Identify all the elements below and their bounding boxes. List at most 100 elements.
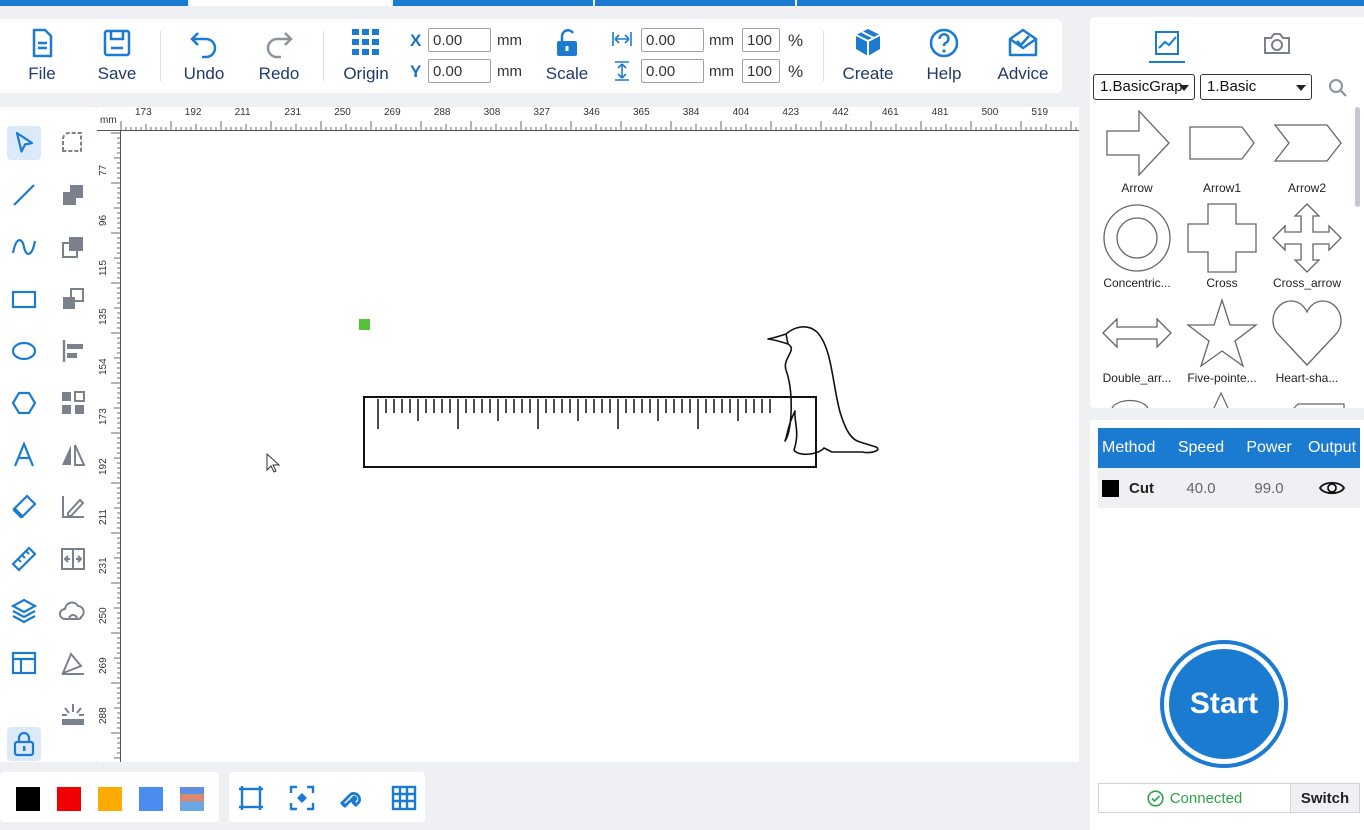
switch-button[interactable]: Switch	[1291, 784, 1359, 812]
layer-speed[interactable]: 40.0	[1168, 480, 1234, 497]
penguin-shape[interactable]	[767, 326, 879, 456]
help-label: Help	[926, 64, 962, 83]
output-toggle[interactable]	[1304, 479, 1360, 497]
shape-library-panel: 1.BasicGrap 1.Basic Arrow Arrow1 Arrow2 …	[1090, 17, 1364, 408]
shape-list-scrollbar[interactable]	[1355, 107, 1360, 207]
rectangle-tool-button[interactable]	[7, 282, 41, 316]
start-button[interactable]: Start	[1160, 640, 1288, 768]
redo-button[interactable]: Redo	[244, 27, 314, 89]
save-button[interactable]: Save	[82, 27, 152, 89]
eraser-tool-button[interactable]	[7, 490, 41, 524]
focus-selection-icon[interactable]	[288, 784, 316, 812]
shape-arrow1[interactable]: Arrow1	[1180, 107, 1264, 199]
more-colors-swatch[interactable]	[180, 787, 204, 811]
duplicate-tool-button[interactable]	[56, 230, 90, 264]
mirror-icon	[62, 444, 86, 466]
tab-indicator[interactable]	[0, 0, 188, 6]
tab-graphics[interactable]	[1147, 23, 1187, 63]
shape-arrow[interactable]: Arrow	[1095, 107, 1179, 199]
file-button[interactable]: File	[7, 27, 77, 89]
width-input[interactable]	[641, 28, 704, 52]
color-swatch-blue[interactable]	[139, 787, 163, 811]
rounded-corner-tool-button[interactable]	[56, 126, 90, 160]
array-tool-button[interactable]	[56, 386, 90, 420]
edit-nodes-tool-button[interactable]	[56, 490, 90, 524]
header-speed: Speed	[1177, 439, 1225, 456]
height-percent-input[interactable]	[742, 59, 780, 83]
origin-button[interactable]: Origin	[331, 27, 401, 89]
combine-tool-button[interactable]	[56, 178, 90, 212]
color-swatch-orange[interactable]	[98, 787, 122, 811]
mirror-tool-button[interactable]	[56, 438, 90, 472]
align-tool-button[interactable]	[56, 334, 90, 368]
connection-status: Connected	[1099, 784, 1291, 812]
header-output: Output	[1307, 439, 1357, 456]
shape-arrow2[interactable]: Arrow2	[1265, 107, 1349, 199]
offset-tool-button[interactable]	[56, 542, 90, 576]
tab-indicator[interactable]	[796, 0, 1364, 6]
arrange-tool-button[interactable]	[56, 282, 90, 316]
window-tab-strip	[0, 0, 1364, 6]
ruler-shape[interactable]	[362, 322, 882, 472]
grid-toggle-icon[interactable]	[390, 784, 418, 812]
tab-indicator[interactable]	[189, 0, 392, 6]
x-position-input[interactable]	[428, 28, 491, 52]
undo-button[interactable]: Undo	[169, 27, 239, 89]
create-button[interactable]: Create	[833, 27, 903, 89]
tab-indicator[interactable]	[393, 0, 594, 6]
ellipse-tool-button[interactable]	[7, 334, 41, 368]
fill-tool-button[interactable]	[56, 646, 90, 680]
advice-button[interactable]: Advice	[988, 27, 1058, 89]
shape-category-select[interactable]: 1.BasicGrap	[1093, 74, 1195, 100]
line-tool-button[interactable]	[7, 178, 41, 212]
curve-tool-button[interactable]	[7, 230, 41, 264]
laser-tool-button[interactable]	[56, 698, 90, 732]
tab-indicator[interactable]	[595, 0, 795, 6]
toolbar-divider	[160, 31, 161, 81]
layout-tool-button[interactable]	[7, 646, 41, 680]
select-tool-button[interactable]	[7, 126, 41, 160]
scale-lock-button[interactable]: Scale	[532, 27, 602, 89]
vectorize-tool-button[interactable]	[56, 594, 90, 628]
shape-concentric[interactable]: Concentric...	[1095, 202, 1179, 294]
layer-power[interactable]: 99.0	[1234, 480, 1304, 497]
magnet-snap-icon[interactable]	[339, 784, 367, 812]
width-percent-sign: %	[788, 31, 804, 50]
shape-subcategory-select[interactable]: 1.Basic	[1200, 74, 1312, 100]
grid-array-icon	[62, 391, 85, 414]
text-tool-button[interactable]	[7, 438, 41, 472]
shape-cross-arrow[interactable]: Cross_arrow	[1265, 202, 1349, 294]
arrow2-shape-icon	[1273, 124, 1342, 162]
polygon-tool-button[interactable]	[7, 386, 41, 420]
shape-double-arrow[interactable]: Double_arr...	[1095, 297, 1179, 389]
design-canvas[interactable]: mm 173 192 211 231 250 269 288 308 327 346 365 384 4…	[97, 107, 1079, 762]
color-swatch-black[interactable]	[16, 787, 40, 811]
help-button[interactable]: Help	[909, 27, 979, 89]
measure-tool-button[interactable]	[7, 542, 41, 576]
search-icon[interactable]	[1328, 78, 1348, 98]
shape-five-pointed-star[interactable]: Five-pointe...	[1180, 297, 1264, 389]
width-percent-input[interactable]	[742, 28, 780, 52]
y-position-input[interactable]	[428, 59, 491, 83]
shape-label: Cross_arrow	[1272, 276, 1341, 290]
header-method: Method	[1102, 439, 1156, 456]
left-tool-panel	[0, 107, 97, 762]
layer-method[interactable]: Cut	[1119, 480, 1168, 497]
height-percent-sign: %	[788, 62, 804, 81]
height-input[interactable]	[641, 59, 704, 83]
fit-view-icon[interactable]	[237, 784, 265, 812]
toolbar-divider	[823, 31, 824, 81]
hexagon-icon	[11, 391, 37, 415]
shape-heart[interactable]: Heart-sha...	[1265, 297, 1349, 389]
layer-row[interactable]: Cut 40.0 99.0	[1098, 468, 1360, 508]
layers-tool-button[interactable]	[7, 594, 41, 628]
shape-label: Double_arr...	[1102, 371, 1172, 385]
tab-camera[interactable]	[1257, 23, 1297, 63]
shape-cross[interactable]: Cross	[1180, 202, 1264, 294]
lock-tool-button[interactable]	[7, 727, 41, 761]
arrow-shape-icon	[1106, 109, 1170, 177]
advice-envelope-icon	[1008, 28, 1038, 57]
view-toolbar	[229, 772, 425, 822]
top-ruler: mm 173 192 211 231 250 269 288 308 327 346 365 384 4…	[97, 107, 1079, 131]
color-swatch-red[interactable]	[57, 787, 81, 811]
